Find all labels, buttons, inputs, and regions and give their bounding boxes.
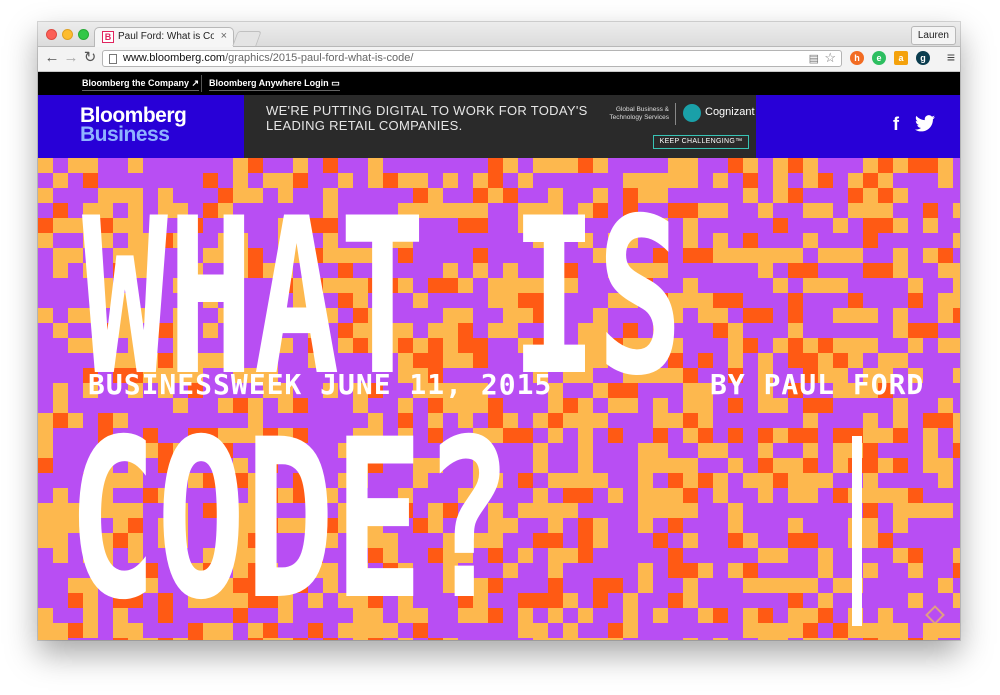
title-bar: B Paul Ford: What is Code? | × Lauren (38, 22, 960, 47)
ad-divider (675, 103, 676, 125)
reader-icon[interactable]: ▤ (809, 52, 819, 65)
page-content: Bloomberg the Company ↗ Bloomberg Anywhe… (38, 72, 960, 640)
divider (201, 75, 202, 92)
close-window-button[interactable] (46, 29, 57, 40)
ad-subtext: Global Business & Technology Services (609, 106, 669, 121)
amazon-extension-icon[interactable]: a (894, 51, 908, 65)
bloomberg-favicon-icon: B (102, 31, 114, 43)
url-text[interactable]: www.bloomberg.com/graphics/2015-paul-for… (123, 52, 413, 64)
evernote-extension-icon[interactable]: e (872, 51, 886, 65)
ad-brand: Cognizant (705, 106, 755, 118)
twitter-icon[interactable] (915, 115, 935, 132)
maximize-window-button[interactable] (78, 29, 89, 40)
byline-author: BY PAUL FORD (710, 368, 925, 401)
text-cursor (852, 436, 862, 626)
minimize-window-button[interactable] (62, 29, 73, 40)
anywhere-login-link[interactable]: Bloomberg Anywhere Login ▭ (209, 78, 340, 91)
forward-icon[interactable]: → (63, 50, 79, 66)
back-icon[interactable]: ← (44, 50, 60, 66)
top-bar: Bloomberg the Company ↗ Bloomberg Anywhe… (38, 72, 960, 95)
site-header: Bloomberg Business WE'RE PUTTING DIGITAL… (38, 95, 960, 158)
bookmark-star-icon[interactable]: ☆ (824, 50, 836, 66)
browser-tab[interactable]: B Paul Ford: What is Code? | × (94, 27, 234, 47)
browser-toolbar: ← → ↻ www.bloomberg.com/graphics/2015-pa… (38, 47, 960, 72)
monitor-icon: ▭ (331, 78, 340, 88)
business-logo[interactable]: Business (80, 124, 170, 146)
new-tab-button[interactable] (232, 31, 262, 46)
page-icon (109, 54, 117, 64)
reload-icon[interactable]: ↻ (82, 50, 98, 66)
title-line-2: CODE? (68, 392, 512, 640)
tab-title: Paul Ford: What is Code? | (118, 31, 214, 42)
hero-section: WHAT IS BUSINESSWEEK JUNE 11, 2015 BY PA… (38, 158, 960, 640)
tab-close-icon[interactable]: × (221, 30, 227, 42)
profile-button[interactable]: Lauren (910, 26, 956, 45)
ghostery-extension-icon[interactable]: g (916, 51, 930, 65)
ad-cta-button[interactable]: KEEP CHALLENGING™ (653, 135, 749, 149)
company-link[interactable]: Bloomberg the Company ↗ (82, 78, 200, 91)
external-link-icon: ↗ (191, 78, 200, 88)
honey-extension-icon[interactable]: h (850, 51, 864, 65)
advertisement-banner[interactable]: WE'RE PUTTING DIGITAL TO WORK FOR TODAY'… (244, 95, 756, 158)
facebook-icon[interactable]: f (893, 114, 899, 135)
menu-icon[interactable]: ≡ (947, 49, 955, 65)
ad-headline: WE'RE PUTTING DIGITAL TO WORK FOR TODAY'… (266, 103, 588, 133)
browser-window: B Paul Ford: What is Code? | × Lauren ← … (38, 22, 960, 640)
address-bar[interactable]: www.bloomberg.com/graphics/2015-paul-for… (102, 50, 842, 67)
cognizant-logo-icon (683, 104, 701, 122)
